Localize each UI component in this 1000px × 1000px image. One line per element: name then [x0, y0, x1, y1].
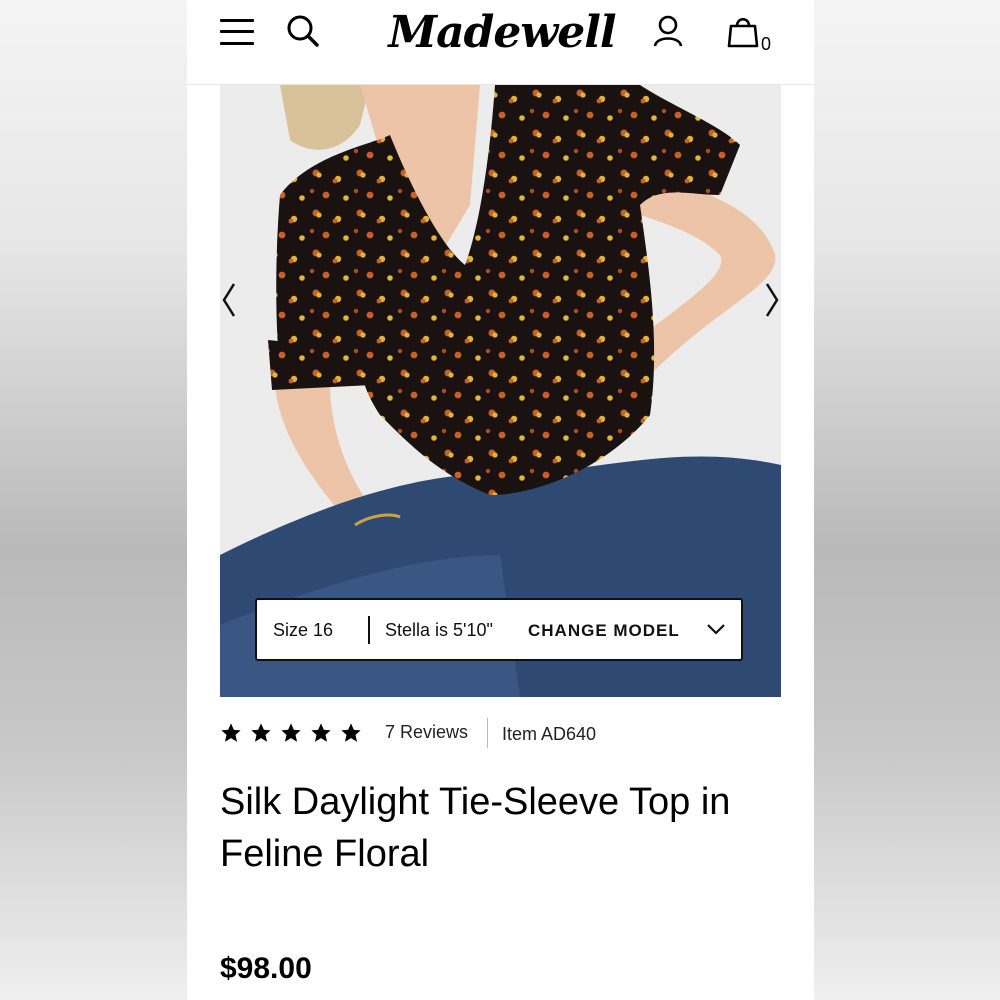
product-title: Silk Daylight Tie-Sleeve Top in Feline F… — [220, 781, 731, 875]
chevron-down-icon[interactable] — [706, 622, 726, 636]
blurred-background-left — [0, 0, 187, 1000]
star-icon — [341, 723, 361, 742]
star-icon — [221, 723, 241, 742]
blurred-background-right — [813, 0, 1000, 1000]
divider — [487, 718, 488, 748]
star-icon — [251, 723, 271, 742]
model-size: Size 16 — [273, 620, 334, 640]
bag-count: 0 — [761, 34, 772, 54]
change-model-button[interactable]: CHANGE MODEL — [528, 621, 680, 641]
bag-icon[interactable] — [727, 14, 759, 48]
reviews-link[interactable]: 7 Reviews — [385, 722, 468, 743]
product-price: $98.00 — [220, 952, 312, 985]
star-icon — [311, 723, 331, 742]
search-icon[interactable] — [285, 13, 321, 49]
divider — [368, 616, 370, 644]
chevron-left-icon[interactable] — [220, 280, 240, 320]
account-icon[interactable] — [652, 14, 684, 48]
product-image[interactable]: Size 16 Stella is 5'10" CHANGE MODEL — [220, 85, 781, 697]
menu-icon[interactable] — [220, 17, 256, 47]
site-header: Madewell 0 — [187, 0, 814, 85]
brand-logo[interactable]: Madewell — [387, 3, 617, 63]
item-number: Item AD640 — [502, 724, 597, 744]
mobile-page: Madewell 0 Size 16 Stella is 5'10" CHANG… — [187, 0, 814, 1000]
star-icon — [281, 723, 301, 742]
chevron-right-icon[interactable] — [761, 280, 781, 320]
change-model-bar[interactable]: Size 16 Stella is 5'10" CHANGE MODEL — [255, 598, 743, 661]
model-height: Stella is 5'10" — [385, 620, 493, 640]
